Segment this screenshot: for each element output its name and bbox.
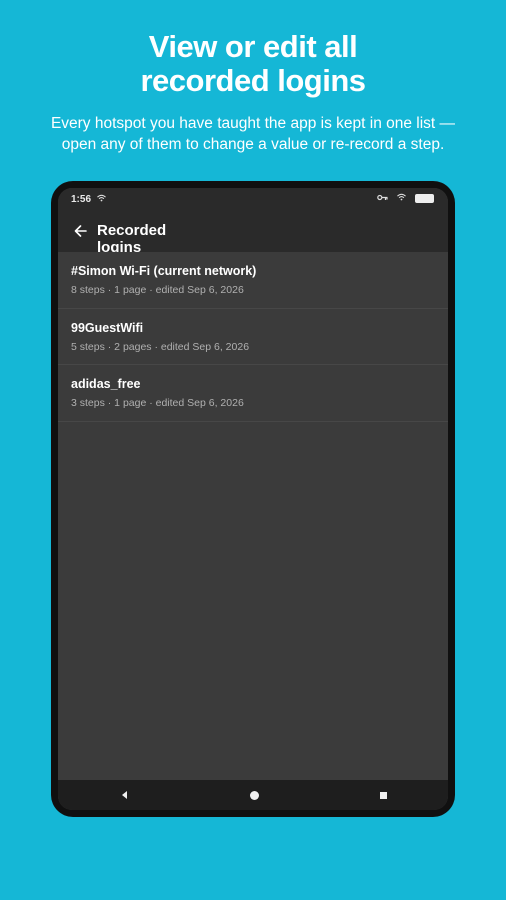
status-icons [377,193,434,204]
subheadline: Every hotspot you have taught the app is… [30,113,476,155]
page-title: Recorded logins [97,222,167,252]
tablet-frame: 1:56 Recorded logins #Simon Wi-Fi (curre… [51,181,455,817]
status-bar: 1:56 [58,188,448,210]
login-item-title: adidas_free [71,377,141,391]
device-screen: 1:56 Recorded logins #Simon Wi-Fi (curre… [58,188,448,810]
headline-line-1: View or edit all [148,29,358,64]
system-nav-bar [58,780,448,810]
subheadline-line-1: Every hotspot you have taught the app is… [50,115,456,132]
wifi-icon [97,194,106,205]
app-bar: Recorded logins [58,210,448,252]
recents-square-icon[interactable] [376,788,390,802]
login-item-meta: 8 steps · 1 page · edited Sep 6, 2026 [71,284,244,296]
wifi-icon [397,193,406,204]
status-time: 1:56 [71,194,92,205]
login-item[interactable]: 99GuestWifi 5 steps · 2 pages · edited S… [58,309,448,365]
battery-icon [415,194,434,203]
login-item-meta: 3 steps · 1 page · edited Sep 6, 2026 [71,397,244,409]
headline-line-2: recorded logins [140,63,366,98]
promo-page: View or edit all recorded logins Every h… [0,0,506,900]
subheadline-line-2: open any of them to change a value or re… [61,136,445,153]
logins-list: #Simon Wi-Fi (current network) 8 steps ·… [58,252,448,422]
login-item[interactable]: #Simon Wi-Fi (current network) 8 steps ·… [58,252,448,309]
home-circle-icon[interactable] [247,788,261,802]
key-icon [377,193,388,204]
arrow-left-icon[interactable] [69,220,91,242]
login-item-title: 99GuestWifi [71,320,144,335]
back-triangle-icon[interactable] [117,788,131,802]
login-item[interactable]: adidas_free 3 steps · 1 page · edited Se… [58,365,448,422]
login-item-meta: 5 steps · 2 pages · edited Sep 6, 2026 [71,340,250,353]
login-item-title: #Simon Wi-Fi (current network) [71,264,257,278]
headline: View or edit all recorded logins [0,30,506,98]
